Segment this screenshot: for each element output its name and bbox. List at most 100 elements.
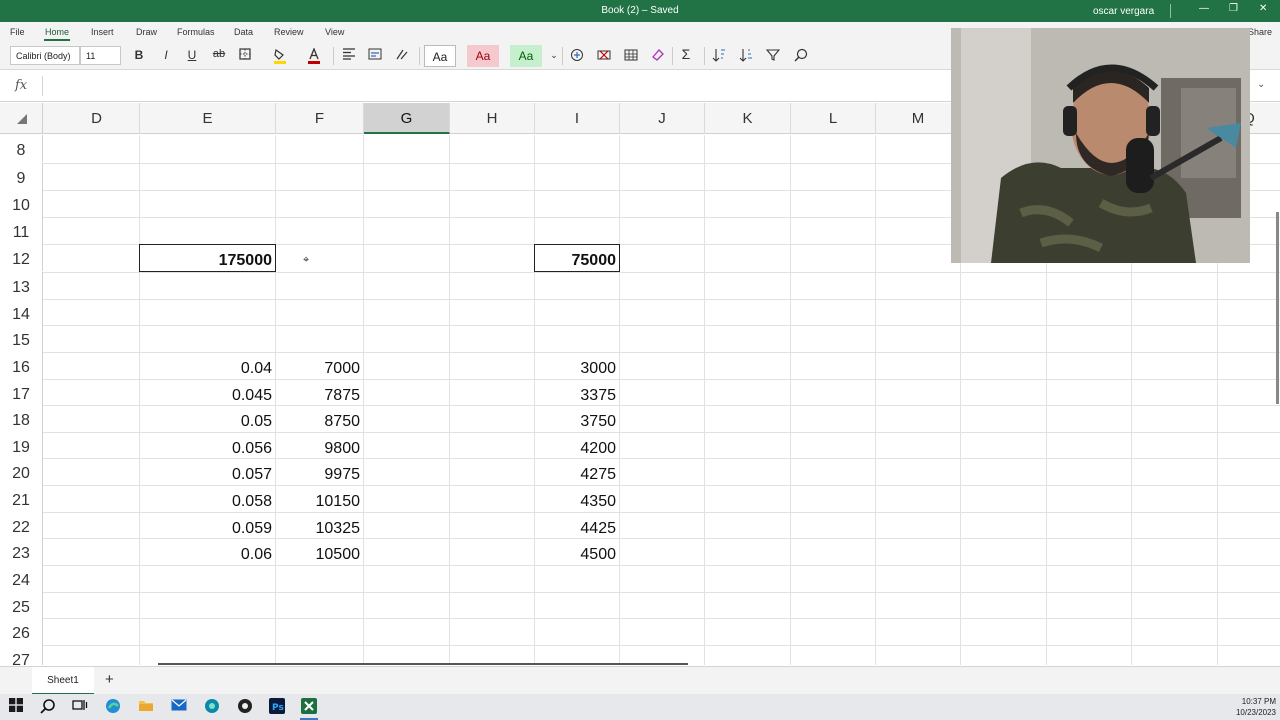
cell-f23[interactable]: 10500 <box>276 538 363 565</box>
align-icon[interactable] <box>340 48 358 63</box>
column-header-d[interactable]: D <box>54 103 140 134</box>
mail-icon[interactable] <box>170 698 188 716</box>
windows-start-icon[interactable] <box>7 698 25 716</box>
row-header[interactable]: 22 <box>0 512 43 539</box>
row-header[interactable]: 26 <box>0 618 43 645</box>
sort-descending-icon[interactable] <box>737 48 755 65</box>
eraser-icon[interactable] <box>649 48 667 65</box>
cell-e22[interactable]: 0.059 <box>140 512 275 539</box>
cell-i18[interactable]: 3750 <box>535 405 619 432</box>
filter-icon[interactable] <box>764 48 782 65</box>
row-header[interactable]: 13 <box>0 272 43 299</box>
media-icon[interactable] <box>236 698 254 716</box>
cell-e16[interactable]: 0.04 <box>140 352 275 379</box>
menu-view[interactable]: View <box>325 27 344 37</box>
account-name[interactable]: oscar vergara <box>1093 6 1154 17</box>
cell-i16[interactable]: 3000 <box>535 352 619 379</box>
underline-button[interactable]: U <box>183 48 201 62</box>
row-header[interactable]: 21 <box>0 485 43 512</box>
cell-e19[interactable]: 0.056 <box>140 432 275 459</box>
borders-icon[interactable] <box>236 48 254 63</box>
orientation-icon[interactable] <box>393 48 411 63</box>
row-header[interactable]: 10 <box>0 190 43 217</box>
column-header-g[interactable]: G <box>364 103 450 134</box>
cell-e21[interactable]: 0.058 <box>140 485 275 512</box>
search-icon[interactable] <box>39 698 57 716</box>
row-header[interactable]: 25 <box>0 592 43 619</box>
cell-i17[interactable]: 3375 <box>535 379 619 406</box>
edge-browser-icon[interactable] <box>104 698 122 716</box>
fill-color-icon[interactable] <box>271 48 289 67</box>
column-header-l[interactable]: L <box>791 103 876 134</box>
chevron-down-icon[interactable]: ⌄ <box>545 50 563 61</box>
cell-f21[interactable]: 10150 <box>276 485 363 512</box>
row-header[interactable]: 24 <box>0 565 43 592</box>
column-header-f[interactable]: F <box>276 103 364 134</box>
cell-i19[interactable]: 4200 <box>535 432 619 459</box>
column-header-j[interactable]: J <box>620 103 705 134</box>
cell-i21[interactable]: 4350 <box>535 485 619 512</box>
excel-icon[interactable] <box>300 698 318 716</box>
column-header-k[interactable]: K <box>705 103 791 134</box>
menu-home[interactable]: Home <box>45 27 69 37</box>
style-bad[interactable]: Aa <box>467 45 499 67</box>
share-button[interactable]: Share <box>1248 27 1272 37</box>
italic-button[interactable]: I <box>157 48 175 62</box>
column-header-h[interactable]: H <box>450 103 535 134</box>
delete-cells-icon[interactable] <box>595 48 613 65</box>
format-cells-icon[interactable] <box>622 48 640 65</box>
cell-f18[interactable]: 8750 <box>276 405 363 432</box>
font-name-box[interactable]: Calibri (Body) <box>10 46 80 65</box>
cell-i20[interactable]: 4275 <box>535 458 619 485</box>
find-icon[interactable] <box>792 48 810 65</box>
browser-icon[interactable] <box>203 698 221 716</box>
row-header[interactable]: 8 <box>0 135 43 162</box>
minimize-button[interactable]: — <box>1199 3 1209 14</box>
column-header-e[interactable]: E <box>140 103 276 134</box>
style-normal[interactable]: Aa <box>424 45 456 67</box>
cell-i22[interactable]: 4425 <box>535 512 619 539</box>
cell-e20[interactable]: 0.057 <box>140 458 275 485</box>
row-header[interactable]: 20 <box>0 458 43 485</box>
add-sheet-button[interactable]: + <box>105 671 114 688</box>
cell-f17[interactable]: 7875 <box>276 379 363 406</box>
font-size-box[interactable]: 11 <box>80 46 121 65</box>
cell-f16[interactable]: 7000 <box>276 352 363 379</box>
row-header[interactable]: 16 <box>0 352 43 379</box>
strikethrough-button[interactable]: ab <box>210 48 228 60</box>
column-header-m[interactable]: M <box>876 103 961 134</box>
menu-formulas[interactable]: Formulas <box>177 27 215 37</box>
vertical-scrollbar[interactable] <box>1276 212 1279 404</box>
row-header[interactable]: 23 <box>0 538 43 565</box>
menu-insert[interactable]: Insert <box>91 27 114 37</box>
menu-draw[interactable]: Draw <box>136 27 157 37</box>
select-all-corner[interactable] <box>0 103 43 134</box>
row-header[interactable]: 19 <box>0 432 43 459</box>
menu-data[interactable]: Data <box>234 27 253 37</box>
row-header[interactable]: 9 <box>0 163 43 190</box>
cell-e12[interactable]: 175000 <box>140 244 275 271</box>
style-good[interactable]: Aa <box>510 45 542 67</box>
menu-file[interactable]: File <box>10 27 25 37</box>
bold-button[interactable]: B <box>130 48 148 62</box>
system-clock[interactable]: 10:37 PM 10/23/2023 <box>1232 696 1276 718</box>
file-explorer-icon[interactable] <box>137 698 155 716</box>
wrap-text-icon[interactable] <box>366 48 384 63</box>
row-header[interactable]: 14 <box>0 299 43 326</box>
function-icon[interactable]: fx <box>15 78 27 93</box>
font-color-icon[interactable] <box>305 47 323 67</box>
menu-review[interactable]: Review <box>274 27 304 37</box>
cell-f22[interactable]: 10325 <box>276 512 363 539</box>
column-header-i[interactable]: I <box>535 103 620 134</box>
cell-f20[interactable]: 9975 <box>276 458 363 485</box>
chevron-down-icon[interactable]: ⌄ <box>1257 79 1265 90</box>
row-header[interactable]: 11 <box>0 217 43 244</box>
task-view-icon[interactable] <box>71 698 89 716</box>
cell-e17[interactable]: 0.045 <box>140 379 275 406</box>
close-button[interactable]: ✕ <box>1259 3 1267 14</box>
row-header[interactable]: 27 <box>0 645 43 665</box>
insert-cells-icon[interactable] <box>568 48 586 65</box>
autosum-icon[interactable]: Σ <box>677 46 695 62</box>
row-header[interactable]: 15 <box>0 325 43 352</box>
sort-ascending-icon[interactable] <box>710 48 728 65</box>
